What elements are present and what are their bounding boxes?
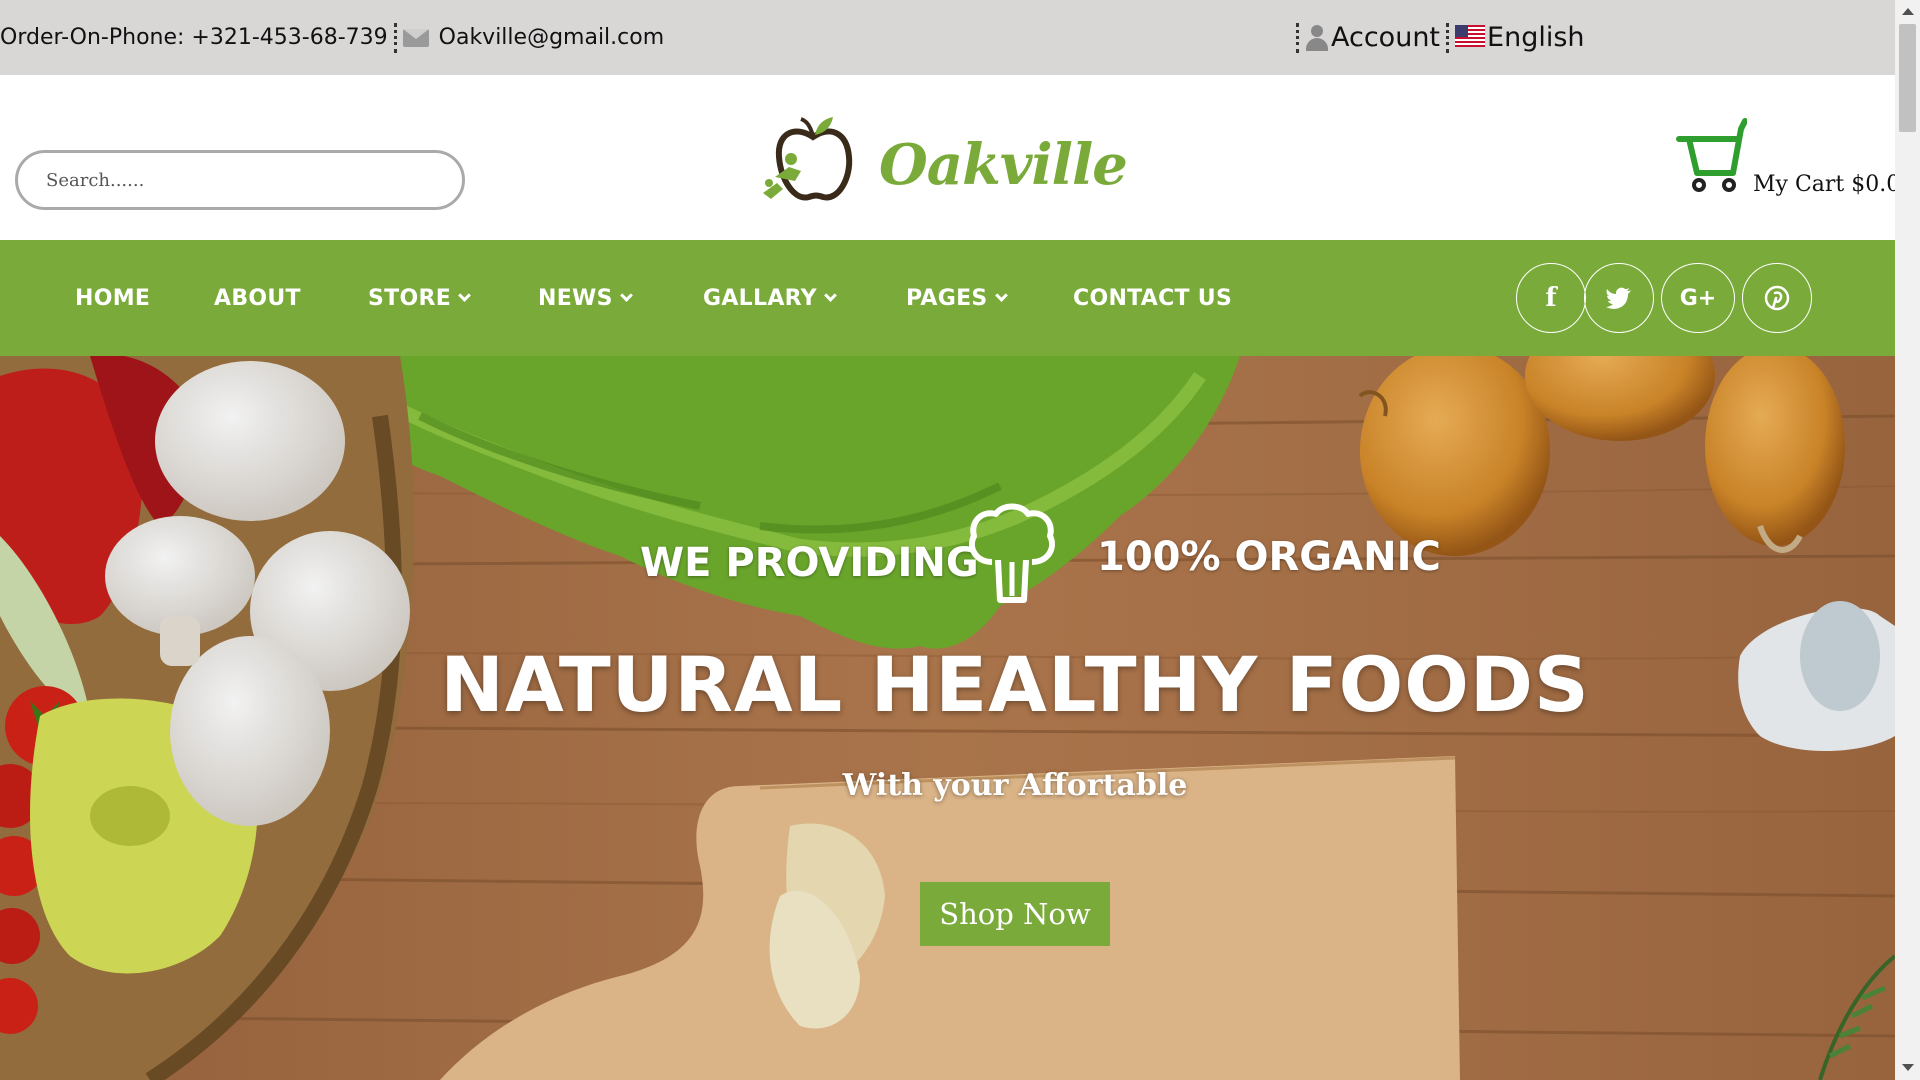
shopping-cart-icon [1676, 118, 1747, 192]
nav-label: HOME [75, 285, 151, 311]
search-input[interactable] [15, 150, 465, 210]
google-plus-icon: G+ [1679, 285, 1717, 311]
topbar-contact: Order-On-Phone: +321-453-68-739 Oakville… [0, 22, 665, 53]
language-selector[interactable]: English [1487, 22, 1585, 53]
page-scrollbar[interactable] [1895, 0, 1920, 1080]
facebook-icon: f [1545, 283, 1557, 313]
nav-about[interactable]: ABOUT [214, 240, 301, 356]
chevron-down-icon [994, 289, 1008, 302]
tagline-right: 100% ORGANIC [1097, 534, 1441, 580]
chevron-down-icon [458, 289, 471, 302]
divider [393, 22, 397, 53]
user-icon [1305, 23, 1329, 53]
email-link[interactable]: Oakville@gmail.com [439, 25, 665, 50]
nav-gallary[interactable]: GALLARY [703, 240, 837, 356]
site-logo[interactable]: Oakville [755, 115, 1128, 215]
pinterest-button[interactable] [1742, 263, 1812, 333]
twitter-button[interactable] [1584, 263, 1654, 333]
hero-headline: NATURAL HEALTHY FOODS [440, 640, 1590, 729]
tagline-left: WE PROVIDING [640, 540, 979, 586]
account-link[interactable]: Account [1331, 22, 1440, 53]
broccoli-icon [969, 503, 1055, 603]
topbar-account: Account English [1290, 22, 1585, 53]
divider [1446, 22, 1450, 53]
phone-text: Order-On-Phone: +321-453-68-739 [0, 25, 388, 50]
scroll-down-arrow-icon[interactable] [1902, 1064, 1914, 1071]
hero-tagline: WE PROVIDING 100% ORGANIC [0, 500, 1895, 610]
nav-label: PAGES [906, 285, 988, 311]
google-plus-button[interactable]: G+ [1661, 263, 1735, 333]
topbar: Order-On-Phone: +321-453-68-739 Oakville… [0, 0, 1895, 75]
logo-text: Oakville [879, 132, 1128, 198]
nav-label: CONTACT US [1073, 285, 1233, 311]
divider [1296, 22, 1299, 53]
hero-subline: With your Affortable [842, 768, 1188, 803]
scroll-thumb[interactable] [1899, 24, 1916, 132]
chevron-down-icon [619, 289, 633, 302]
nav-label: ABOUT [214, 285, 301, 311]
apple-leaf-logo-icon [763, 117, 853, 201]
nav-label: GALLARY [703, 285, 817, 311]
nav-label: NEWS [538, 285, 613, 311]
nav-pages[interactable]: PAGES [906, 240, 1008, 356]
nav-home[interactable]: HOME [75, 240, 150, 356]
nav-label: STORE [368, 285, 452, 311]
us-flag-icon [1455, 24, 1486, 47]
pinterest-icon [1764, 285, 1790, 311]
facebook-button[interactable]: f [1516, 263, 1586, 333]
nav-contact-us[interactable]: CONTACT US [1073, 240, 1232, 356]
shop-now-button[interactable]: Shop Now [920, 882, 1110, 946]
cart-button[interactable]: My Cart $0.00 [1675, 115, 1915, 197]
mail-icon [402, 28, 429, 47]
cart-total: My Cart $0.00 [1753, 172, 1915, 197]
nav-news[interactable]: NEWS [538, 240, 633, 356]
scroll-up-arrow-icon[interactable] [1902, 8, 1914, 15]
twitter-icon [1606, 287, 1631, 309]
chevron-down-icon [824, 289, 837, 302]
nav-store[interactable]: STORE [368, 240, 471, 356]
